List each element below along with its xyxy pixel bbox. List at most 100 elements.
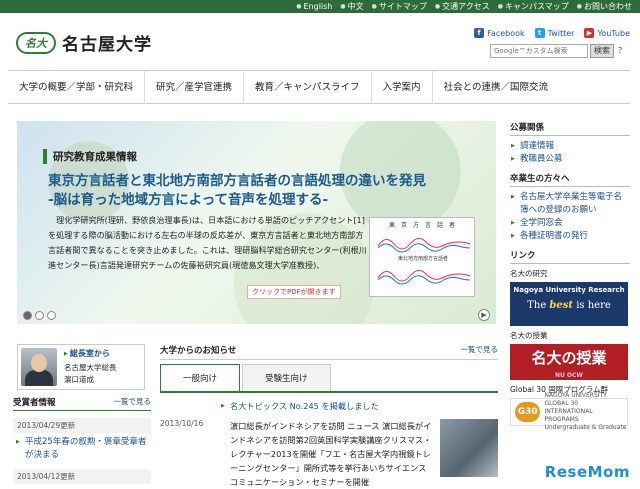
link-chinese[interactable]: 中文 <box>340 1 364 12</box>
ocw-banner-text: 名大の授業 <box>531 349 607 367</box>
pdf-link[interactable]: クリックでPDFが開きます <box>247 285 341 299</box>
figure-title: 東 京 方 言 話 者 <box>388 222 455 229</box>
carousel-dots <box>23 311 56 320</box>
twitter-link[interactable]: t Twitter <box>534 28 575 38</box>
youtube-label: YouTube <box>597 28 630 38</box>
tab-general[interactable]: 一般向け <box>160 364 241 391</box>
awards-more-link[interactable]: 一覧で見る <box>114 396 152 408</box>
awards-header: 受賞者情報 一覧で見る <box>13 396 151 411</box>
facebook-label: Facebook <box>487 28 525 38</box>
news-link[interactable]: 名大トピックス No.245 を掲載しました <box>220 399 498 413</box>
sidebar-heading-links: リンク <box>510 249 630 264</box>
carousel-dot-2[interactable] <box>35 311 44 320</box>
nav-item-about[interactable]: 大学の概要／学部・研究科 <box>8 71 146 104</box>
nav-item-community[interactable]: 社会との連携／国際交流 <box>433 71 559 104</box>
hero-subheadline[interactable]: -脳は育った地域方言によって音声を処理する- <box>48 188 328 208</box>
slogan-pre: The <box>527 300 550 311</box>
awards-section: 受賞者情報 一覧で見る 2013/04/29更新 平成25年春の叙勲・褒章受章者… <box>13 396 151 484</box>
sidebar-link-alumni-association[interactable]: 全学同窓会 <box>510 217 630 230</box>
carousel-next-icon[interactable]: ▶ <box>478 309 490 321</box>
hero-category: 研究教育成果情報 <box>43 149 137 164</box>
news-more-link[interactable]: 一覧で見る <box>461 344 499 356</box>
president-photo <box>21 348 57 386</box>
site-logo[interactable]: 名大 名古屋大学 <box>16 30 152 55</box>
nav-item-admissions[interactable]: 入学案内 <box>372 71 433 104</box>
hero-headline[interactable]: 東京方言話者と東北地方南部方言話者の言語処理の違いを発見 <box>48 169 426 189</box>
sidebar-link-alumni-directory[interactable]: 名古屋大学卒業生等電子名簿への登録のお願い <box>510 191 630 217</box>
research-label: 名大の研究 <box>510 269 548 278</box>
president-link[interactable]: 総長室から <box>64 348 110 359</box>
twitter-icon: t <box>534 28 545 38</box>
tab-applicants[interactable]: 受験生向け <box>242 364 331 391</box>
search-help-icon[interactable]: ？ <box>618 44 626 58</box>
ocw-banner-sub: NU OCW <box>554 372 584 379</box>
link-campus-map[interactable]: キャンパスマップ <box>498 1 569 12</box>
research-banner-slogan: The best is here <box>510 300 628 311</box>
award-link[interactable]: 平成25年春の叙勲・褒章受章者が決まる <box>13 436 151 462</box>
figure-title-2: 東北地方南部方言話者 <box>398 255 448 262</box>
president-box[interactable]: 総長室から 名古屋大学総長 濵口道成 <box>17 344 145 390</box>
link-sitemap[interactable]: サイトマップ <box>372 1 427 12</box>
sidebar-link-certificates[interactable]: 各種証明書の発行 <box>510 230 630 243</box>
hero-figure: 東 京 方 言 話 者 東北地方南部方言話者 <box>369 217 475 297</box>
ocw-banner[interactable]: 名大の授業 NU OCW <box>510 344 628 380</box>
research-banner-title: Nagoya University Research <box>513 286 625 294</box>
awards-title: 受賞者情報 <box>13 398 56 408</box>
carousel-dot-3[interactable] <box>47 311 56 320</box>
g30-line-4: Undergraduate & Graduate <box>544 424 627 431</box>
award-date: 2013/04/29更新 <box>13 418 151 433</box>
classes-label: 名大の授業 <box>510 331 548 340</box>
g30-line-1: NAGOYA UNIVERSITY <box>544 392 607 399</box>
search-input[interactable] <box>490 44 588 58</box>
link-english[interactable]: English <box>296 1 332 12</box>
hero-body-text: 理化学研究所(理研、野依良治理事長)は、日本語における単語のピッチアクセント[1… <box>48 215 367 270</box>
brain-activity-graph: 東北地方南部方言話者 <box>376 238 471 285</box>
president-title: 名古屋大学総長 <box>64 363 117 372</box>
news-summary[interactable]: 濵口総長がインドネシアを訪問 ニュース 濵口総長がインドネシアを訪問第2回英国科… <box>220 419 432 489</box>
news-tabs: 一般向け 受験生向け <box>160 364 498 393</box>
g30-banner[interactable]: G30 NAGOYA UNIVERSITY GLOBAL 30 INTERNAT… <box>510 392 628 431</box>
research-banner[interactable]: Nagoya University Research The best is h… <box>510 282 628 326</box>
g30-line-2: GLOBAL 30 <box>544 400 579 407</box>
right-sidebar: 公募関係 調達情報 教職員公募 卒業生の方々へ 名古屋大学卒業生等電子名簿への登… <box>510 121 630 431</box>
news-item: 名大トピックス No.245 を掲載しました <box>160 399 498 413</box>
sidebar-link-faculty-jobs[interactable]: 教職員公募 <box>510 153 630 166</box>
president-name: 濵口道成 <box>64 375 94 384</box>
site-search: 検索 ？ <box>490 44 626 58</box>
news-section: 大学からのお知らせ 一覧で見る 一般向け 受験生向け 名大トピックス No.24… <box>160 344 498 489</box>
news-header: 大学からのお知らせ 一覧で見る <box>160 344 498 360</box>
twitter-label: Twitter <box>547 28 575 38</box>
link-contact[interactable]: お問い合わせ <box>577 1 632 12</box>
sidebar-heading-jobs: 公募関係 <box>510 121 630 136</box>
news-thumbnail[interactable] <box>440 419 498 477</box>
sidebar-heading-alumni: 卒業生の方々へ <box>510 172 630 187</box>
nav-item-research[interactable]: 研究／産学官連携 <box>145 71 245 104</box>
facebook-link[interactable]: f Facebook <box>474 28 525 38</box>
university-mark-icon: 名大 <box>16 31 56 54</box>
facebook-icon: f <box>474 28 485 38</box>
g30-logo-icon: G30 <box>515 402 541 422</box>
resemom-watermark: ReseMom <box>545 463 630 481</box>
g30-line-3: INTERNATIONAL PROGRAMS <box>544 408 593 423</box>
slogan-post: is here <box>573 300 611 311</box>
hero-carousel[interactable]: 研究教育成果情報 東京方言話者と東北地方南部方言話者の言語処理の違いを発見 -脳… <box>17 121 496 324</box>
sidebar-link-procurement[interactable]: 調達情報 <box>510 140 630 153</box>
watermark-post: Mom <box>587 463 630 481</box>
watermark-pre: Rese <box>544 463 588 481</box>
utility-bar: English 中文 サイトマップ 交通アクセス キャンパスマップ お問い合わせ <box>0 0 640 13</box>
news-date: 2013/10/16 <box>160 419 204 428</box>
news-title: 大学からのお知らせ <box>160 346 237 356</box>
nav-item-education[interactable]: 教育／キャンパスライフ <box>244 71 372 104</box>
g30-banner-text: NAGOYA UNIVERSITY GLOBAL 30 INTERNATIONA… <box>544 392 627 432</box>
site-name: 名古屋大学 <box>62 35 152 55</box>
link-access[interactable]: 交通アクセス <box>435 1 490 12</box>
search-button[interactable]: 検索 <box>590 44 614 58</box>
slogan-emphasis: best <box>549 300 574 311</box>
carousel-dot-1[interactable] <box>23 311 32 320</box>
main-nav: 大学の概要／学部・研究科 研究／産学官連携 教育／キャンパスライフ 入学案内 社… <box>8 70 630 104</box>
utility-links: English 中文 サイトマップ 交通アクセス キャンパスマップ お問い合わせ <box>296 1 632 12</box>
news-date <box>160 399 212 413</box>
youtube-link[interactable]: ▶ YouTube <box>584 28 630 38</box>
news-item: 2013/10/16 濵口総長がインドネシアを訪問 ニュース 濵口総長がインドネ… <box>160 419 498 489</box>
youtube-icon: ▶ <box>584 28 595 38</box>
